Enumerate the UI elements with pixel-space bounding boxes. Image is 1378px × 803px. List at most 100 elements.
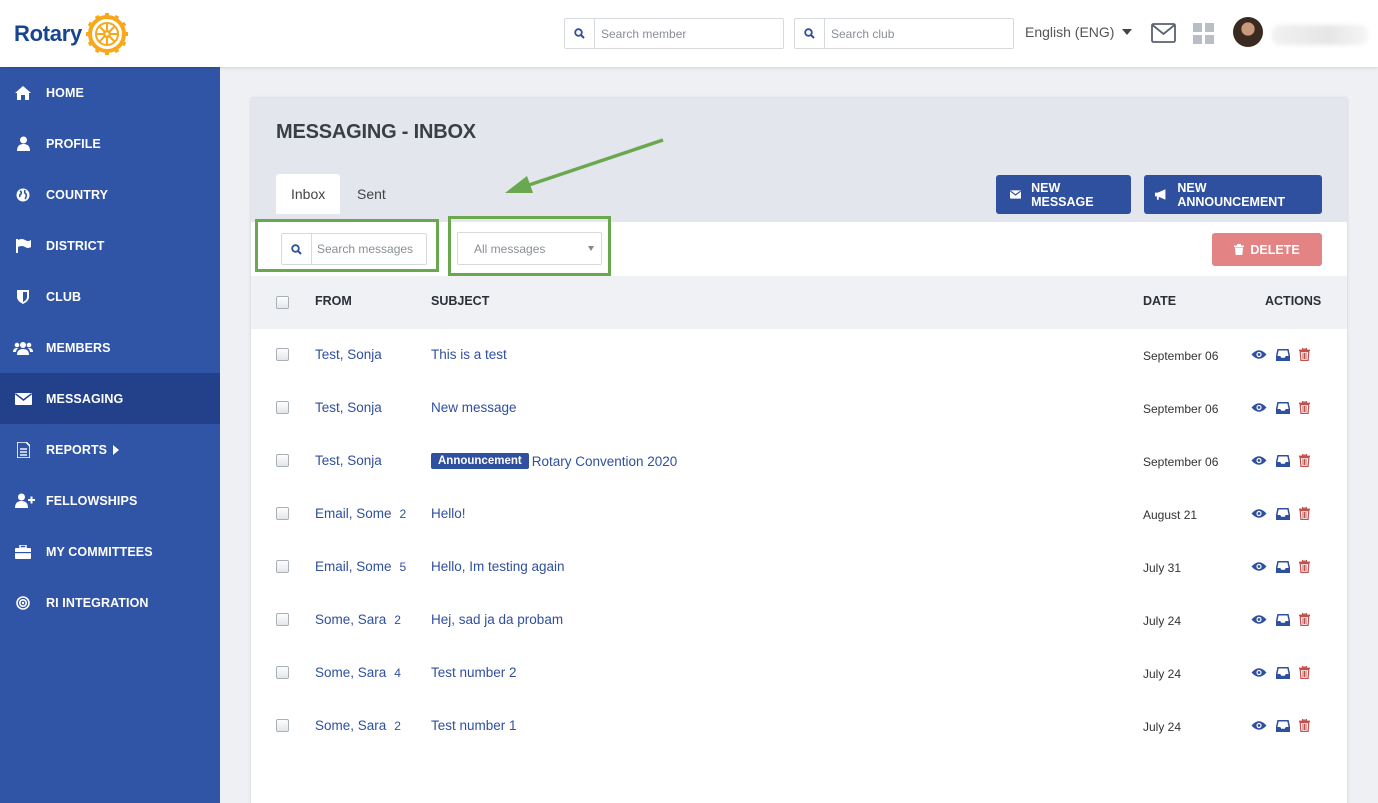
language-label: English (ENG) [1025,24,1115,40]
table-row[interactable]: Some, Sara 2 Test number 1 July 24 [251,700,1347,753]
row-checkbox[interactable] [276,507,289,520]
trash-icon[interactable] [1299,719,1310,732]
message-subject[interactable]: Test number 1 [431,718,517,733]
search-club-input[interactable] [825,19,1013,48]
sidebar-item-profile[interactable]: PROFILE [0,118,220,169]
subject-cell[interactable]: Hello! [431,506,466,521]
archive-inbox-icon[interactable] [1276,560,1290,573]
new-announcement-button[interactable]: NEW ANNOUNCEMENT [1144,175,1322,214]
message-sender[interactable]: Some, Sara 2 [315,718,401,733]
search-icon[interactable] [565,19,595,48]
envelope-icon [0,392,46,405]
trash-icon[interactable] [1299,507,1310,520]
eye-icon[interactable] [1251,561,1267,572]
sidebar-item-my-committees[interactable]: MY COMMITTEES [0,526,220,577]
table-row[interactable]: Some, Sara 4 Test number 2 July 24 [251,647,1347,700]
message-sender[interactable]: Email, Some 5 [315,559,406,574]
eye-icon[interactable] [1251,614,1267,625]
language-selector[interactable]: English (ENG) [1025,24,1133,40]
search-member-input[interactable] [595,19,783,48]
table-row[interactable]: Test, Sonja Announcement Rotary Convention… [251,435,1347,488]
row-checkbox[interactable] [276,719,289,732]
sidebar-item-messaging[interactable]: MESSAGING [0,373,220,424]
rotary-logo[interactable]: Rotary [14,12,129,56]
sidebar-item-club[interactable]: CLUB [0,271,220,322]
table-row[interactable]: Test, Sonja New message September 06 [251,382,1347,435]
trash-icon[interactable] [1299,613,1310,626]
search-icon[interactable] [795,19,825,48]
eye-icon[interactable] [1251,667,1267,678]
message-subject[interactable]: Rotary Convention 2020 [532,454,678,469]
table-row[interactable]: Email, Some 5 Hello, Im testing again July … [251,541,1347,594]
new-message-button[interactable]: NEW MESSAGE [996,175,1131,214]
panel-header: MESSAGING - INBOX Inbox Sent NEW MESSAGE… [251,98,1347,222]
message-subject[interactable]: Hello, Im testing again [431,559,565,574]
trash-icon[interactable] [1299,560,1310,573]
apps-grid-icon[interactable] [1193,23,1214,44]
trash-icon[interactable] [1299,401,1310,414]
delete-button[interactable]: DELETE [1212,233,1322,266]
archive-inbox-icon[interactable] [1276,401,1290,414]
sidebar-item-fellowships[interactable]: FELLOWSHIPS [0,475,220,526]
archive-inbox-icon[interactable] [1276,613,1290,626]
message-sender[interactable]: Test, Sonja [315,400,382,415]
sidebar-item-label: PROFILE [46,136,101,151]
message-subject[interactable]: Test number 2 [431,665,517,680]
message-subject[interactable]: Hej, sad ja da probam [431,612,563,627]
envelope-icon[interactable] [1151,23,1176,43]
table-row[interactable]: Some, Sara 2 Hej, sad ja da probam July 24 [251,594,1347,647]
row-checkbox[interactable] [276,454,289,467]
message-sender[interactable]: Email, Some 2 [315,506,406,521]
avatar[interactable] [1233,17,1263,47]
row-checkbox[interactable] [276,560,289,573]
archive-inbox-icon[interactable] [1276,719,1290,732]
table-row[interactable]: Email, Some 2 Hello! August 21 [251,488,1347,541]
sidebar-item-ri-integration[interactable]: RI INTEGRATION [0,577,220,628]
eye-icon[interactable] [1251,349,1267,360]
table-row[interactable]: Test, Sonja This is a test September 06 [251,329,1347,382]
subject-cell[interactable]: Hej, sad ja da probam [431,612,563,627]
trash-icon[interactable] [1299,666,1310,679]
globe-icon [0,188,46,202]
tab-inbox[interactable]: Inbox [276,174,341,214]
subject-cell[interactable]: New message [431,400,517,415]
archive-inbox-icon[interactable] [1276,666,1290,679]
row-checkbox[interactable] [276,666,289,679]
archive-inbox-icon[interactable] [1276,348,1290,361]
subject-cell[interactable]: Test number 1 [431,718,517,733]
table-header: FROM SUBJECT DATE ACTIONS [251,276,1347,329]
message-subject[interactable]: New message [431,400,517,415]
user-name-redacted[interactable] [1272,25,1368,45]
subject-cell[interactable]: Hello, Im testing again [431,559,565,574]
message-sender[interactable]: Some, Sara 2 [315,612,401,627]
trash-icon[interactable] [1299,348,1310,361]
tab-sent[interactable]: Sent [342,174,401,214]
sidebar-item-reports[interactable]: REPORTS [0,424,220,475]
sidebar-item-home[interactable]: HOME [0,67,220,118]
new-announcement-label: NEW ANNOUNCEMENT [1177,180,1285,209]
trash-icon[interactable] [1299,454,1310,467]
message-sender[interactable]: Test, Sonja [315,347,382,362]
eye-icon[interactable] [1251,455,1267,466]
row-checkbox[interactable] [276,401,289,414]
select-all-checkbox[interactable] [276,296,289,309]
row-checkbox[interactable] [276,613,289,626]
sidebar-item-district[interactable]: DISTRICT [0,220,220,271]
row-checkbox[interactable] [276,348,289,361]
message-sender[interactable]: Some, Sara 4 [315,665,401,680]
subject-cell[interactable]: Test number 2 [431,665,517,680]
target-icon [0,595,46,610]
archive-inbox-icon[interactable] [1276,454,1290,467]
eye-icon[interactable] [1251,720,1267,731]
archive-inbox-icon[interactable] [1276,507,1290,520]
message-sender[interactable]: Test, Sonja [315,453,382,468]
message-subject[interactable]: Hello! [431,506,466,521]
eye-icon[interactable] [1251,508,1267,519]
sidebar-item-country[interactable]: COUNTRY [0,169,220,220]
subject-cell[interactable]: This is a test [431,347,507,362]
sidebar-item-members[interactable]: MEMBERS [0,322,220,373]
subject-cell[interactable]: Announcement Rotary Convention 2020 [431,453,677,469]
message-subject[interactable]: This is a test [431,347,507,362]
eye-icon[interactable] [1251,402,1267,413]
row-actions [1251,613,1310,626]
